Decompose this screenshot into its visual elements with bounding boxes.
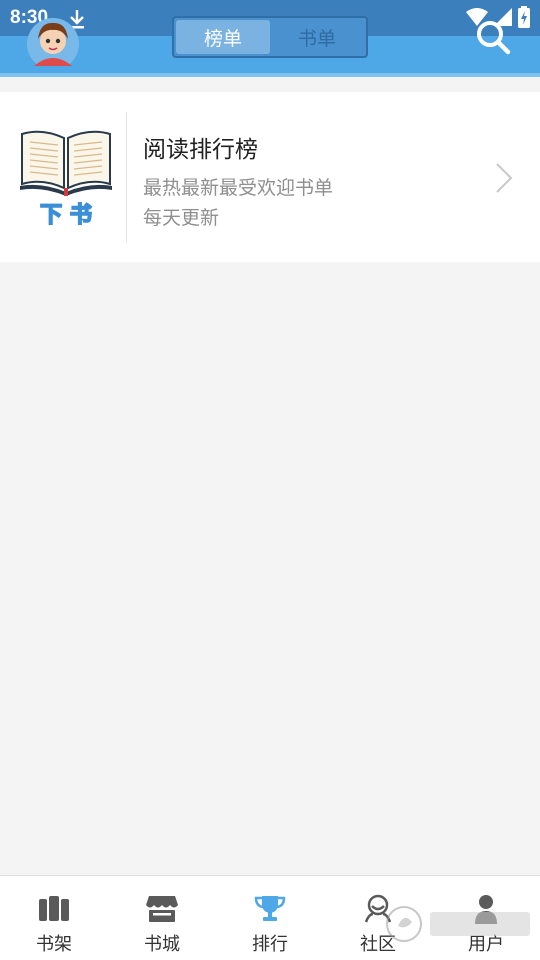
card-divider: [126, 112, 127, 242]
trophy-icon: [254, 896, 286, 921]
nav-item-bookstore[interactable]: 书城: [108, 876, 216, 960]
card-title: 阅读排行榜: [143, 137, 258, 163]
nav-label: 书架: [36, 934, 72, 955]
avatar[interactable]: [22, 14, 84, 66]
tab-rankings[interactable]: 榜单: [176, 20, 270, 54]
store-icon: [146, 896, 178, 922]
nav-item-rankings[interactable]: 排行: [216, 876, 324, 960]
chevron-right-icon: [496, 163, 513, 193]
open-book-icon: 下 书: [20, 130, 112, 229]
card-subtitle: 最热最新最受欢迎书单: [143, 177, 334, 199]
battery-icon: [518, 6, 530, 28]
list-type-switch: 榜单 书单: [172, 16, 368, 58]
reading-ranking-card[interactable]: 下 书 阅读排行榜 最热最新最受欢迎书单 每天更新: [0, 92, 540, 262]
header-divider: [0, 73, 540, 77]
watermark-logo: [386, 906, 530, 942]
tab-booklists[interactable]: 书单: [270, 20, 364, 54]
card-update-note: 每天更新: [143, 207, 220, 229]
nav-label: 排行: [252, 934, 288, 955]
book-icon-caption: 下 书: [40, 203, 92, 228]
app-header: 8:30 榜单 书单: [0, 0, 540, 77]
bookshelf-icon: [39, 896, 69, 921]
search-icon[interactable]: [474, 18, 512, 56]
nav-label: 书城: [144, 934, 180, 955]
nav-item-bookshelf[interactable]: 书架: [0, 876, 108, 960]
